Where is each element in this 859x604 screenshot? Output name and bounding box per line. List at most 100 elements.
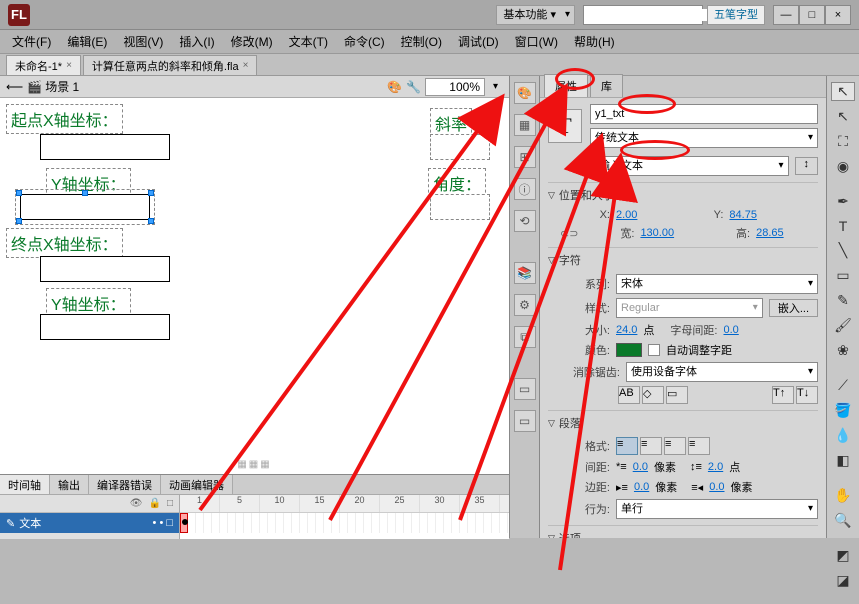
tab-timeline[interactable]: 时间轴 <box>0 475 50 494</box>
color-panel-icon[interactable]: 🎨 <box>514 82 536 104</box>
components-panel-icon[interactable]: ⚙ <box>514 294 536 316</box>
drag-handle-icon[interactable]: ▦▦▦ <box>237 459 271 470</box>
minimize-button[interactable]: — <box>773 5 799 25</box>
back-icon[interactable]: ⟵ <box>6 80 23 94</box>
hand-tool[interactable]: ✋ <box>831 486 855 505</box>
workspace-combo[interactable]: 基本功能 ▾ <box>496 5 575 25</box>
border-button[interactable]: ▭ <box>666 386 688 404</box>
outline-icon[interactable]: □ <box>167 498 173 509</box>
tab-library[interactable]: 库 <box>590 74 623 97</box>
text-tool[interactable]: T <box>831 217 855 235</box>
align-center-button[interactable]: ≡ <box>640 437 662 455</box>
tab-compiler-errors[interactable]: 编译器错误 <box>89 475 161 494</box>
html-button[interactable]: ◇ <box>642 386 664 404</box>
stage-text-input[interactable] <box>40 256 170 282</box>
autokern-checkbox[interactable] <box>648 344 660 356</box>
right-margin-value[interactable]: 0.0 <box>709 481 724 493</box>
layer-row[interactable]: ✎ 文本 • • □ <box>0 513 179 533</box>
subscript-button[interactable]: T↓ <box>796 386 818 404</box>
left-margin-value[interactable]: 0.0 <box>634 481 649 493</box>
stage[interactable]: 起点X轴坐标： Y轴坐标： 终点X轴坐标： Y轴坐标： 斜率 角度： ▦▦▦ <box>0 98 509 474</box>
paint-bucket-tool[interactable]: 🪣 <box>831 401 855 420</box>
lock-icon[interactable]: 🔒 <box>149 498 161 509</box>
section-options[interactable]: 选项 <box>548 525 818 538</box>
section-paragraph[interactable]: 段落 <box>548 410 818 435</box>
stage-text-input-selected[interactable] <box>20 194 150 220</box>
edit-scene-icon[interactable]: 🎨 <box>387 80 402 94</box>
width-value[interactable]: 130.00 <box>640 227 674 239</box>
align-right-button[interactable]: ≡ <box>664 437 686 455</box>
letter-spacing-value[interactable]: 0.0 <box>723 324 738 336</box>
y-value[interactable]: 84.75 <box>729 209 757 221</box>
menu-modify[interactable]: 修改(M) <box>225 31 279 52</box>
stage-text[interactable]: 终点X轴坐标： <box>6 228 123 258</box>
superscript-button[interactable]: T↑ <box>772 386 794 404</box>
frame-grid[interactable] <box>180 513 509 533</box>
align-justify-button[interactable]: ≡ <box>688 437 710 455</box>
menu-text[interactable]: 文本(T) <box>283 31 334 52</box>
section-character[interactable]: 字符 <box>548 247 818 272</box>
menu-view[interactable]: 视图(V) <box>117 31 169 52</box>
doc-tab[interactable]: 未命名-1* × <box>6 55 81 75</box>
font-style-combo[interactable]: Regular <box>616 298 763 318</box>
deco-tool[interactable]: ❀ <box>831 341 855 360</box>
stage-text-input[interactable] <box>40 314 170 340</box>
orientation-button[interactable]: ↕ <box>795 157 819 175</box>
maximize-button[interactable]: □ <box>799 5 825 25</box>
stroke-color[interactable]: ◩ <box>831 546 855 565</box>
eye-icon[interactable]: 👁 <box>130 498 143 509</box>
font-size-value[interactable]: 24.0 <box>616 324 637 336</box>
actions-panel-icon[interactable]: ⧉ <box>514 326 536 348</box>
panel-icon[interactable]: ▭ <box>514 378 536 400</box>
stage-text-input[interactable] <box>430 194 490 220</box>
stage-text-input[interactable] <box>430 134 490 160</box>
keyframe[interactable] <box>182 519 188 525</box>
pen-tool[interactable]: ✒ <box>831 192 855 211</box>
free-transform-tool[interactable]: ⛶ <box>831 132 855 151</box>
align-panel-icon[interactable]: ⊞ <box>514 146 536 168</box>
align-left-button[interactable]: ≡ <box>616 437 638 455</box>
menu-control[interactable]: 控制(O) <box>395 31 448 52</box>
close-button[interactable]: × <box>825 5 851 25</box>
menu-insert[interactable]: 插入(I) <box>173 31 220 52</box>
close-icon[interactable]: × <box>243 60 249 71</box>
pencil-tool[interactable]: ✎ <box>831 291 855 310</box>
menu-help[interactable]: 帮助(H) <box>568 31 621 52</box>
tab-output[interactable]: 输出 <box>50 475 89 494</box>
zoom-tool[interactable]: 🔍 <box>831 511 855 530</box>
tab-properties[interactable]: 属性 <box>544 74 588 97</box>
panel-icon[interactable]: ▭ <box>514 410 536 432</box>
stage-text[interactable]: 起点X轴坐标： <box>6 104 123 134</box>
font-family-combo[interactable]: 宋体 <box>616 274 818 294</box>
search-input[interactable] <box>583 5 703 25</box>
color-swatch[interactable] <box>616 343 642 357</box>
section-position-size[interactable]: 位置和大小 <box>548 182 818 207</box>
x-value[interactable]: 2.00 <box>616 209 637 221</box>
brush-tool[interactable]: 🖌 <box>831 316 855 335</box>
text-engine-combo[interactable]: 传统文本 <box>590 128 818 148</box>
text-type-combo[interactable]: 输入文本 <box>594 156 789 176</box>
eraser-tool[interactable]: ◧ <box>831 451 855 470</box>
eyedropper-tool[interactable]: 💧 <box>831 426 855 445</box>
edit-symbol-icon[interactable]: 🔧 <box>406 80 421 94</box>
selectable-button[interactable]: AB <box>618 386 640 404</box>
close-icon[interactable]: × <box>66 60 72 71</box>
indent-value[interactable]: 0.0 <box>633 461 648 473</box>
swatches-panel-icon[interactable]: ▦ <box>514 114 536 136</box>
menu-commands[interactable]: 命令(C) <box>338 31 391 52</box>
info-panel-icon[interactable]: ⓘ <box>514 178 536 200</box>
line-spacing-value[interactable]: 2.0 <box>708 461 723 473</box>
embed-button[interactable]: 嵌入... <box>769 299 818 317</box>
instance-name-field[interactable]: y1_txt <box>590 104 818 124</box>
height-value[interactable]: 28.65 <box>756 227 784 239</box>
menu-window[interactable]: 窗口(W) <box>509 31 564 52</box>
bone-tool[interactable]: ⟋ <box>831 376 855 395</box>
doc-tab[interactable]: 计算任意两点的斜率和倾角.fla × <box>83 55 258 75</box>
line-tool[interactable]: ╲ <box>831 241 855 260</box>
selection-tool[interactable]: ↖ <box>831 82 855 101</box>
fill-color[interactable]: ◪ <box>831 571 855 590</box>
transform-panel-icon[interactable]: ⟲ <box>514 210 536 232</box>
menu-edit[interactable]: 编辑(E) <box>61 31 113 52</box>
menu-debug[interactable]: 调试(D) <box>452 31 505 52</box>
tab-motion-editor[interactable]: 动画编辑器 <box>161 475 233 494</box>
